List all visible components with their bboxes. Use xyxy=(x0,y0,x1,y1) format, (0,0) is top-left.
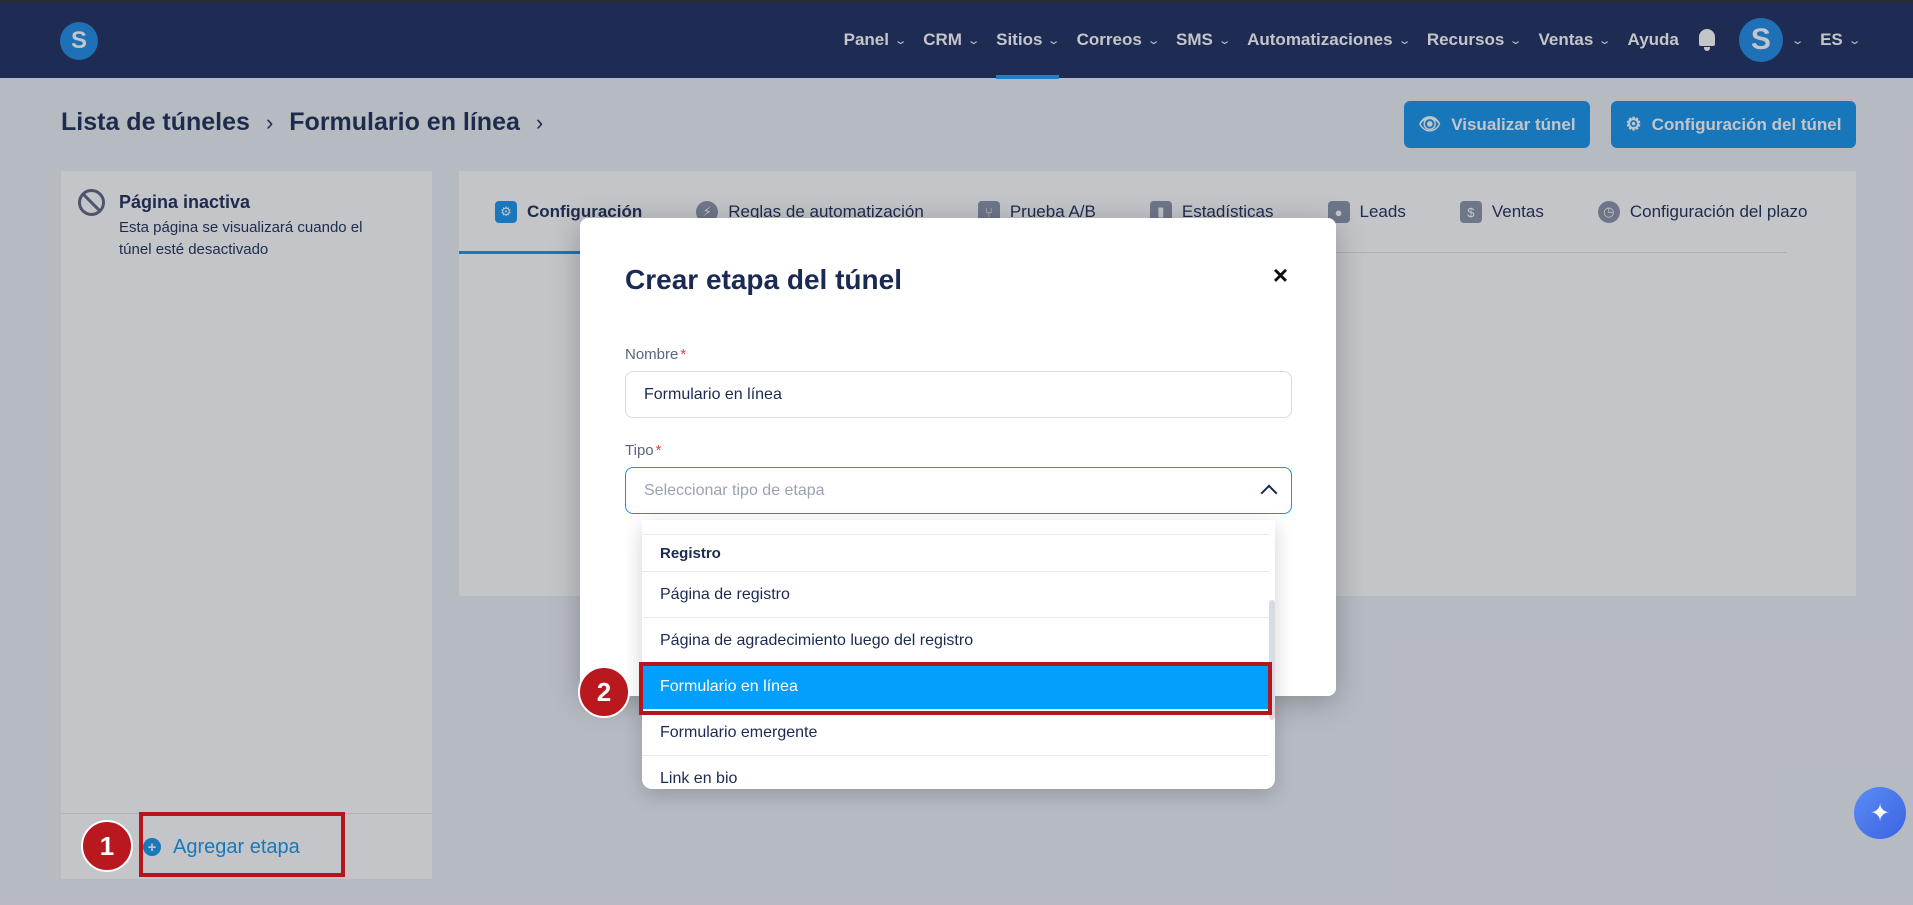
highlight-inline-form-option xyxy=(639,662,1272,715)
required-mark: * xyxy=(680,346,687,363)
label-text: Tipo xyxy=(625,442,654,459)
step-badge-2: 2 xyxy=(578,666,630,718)
required-mark: * xyxy=(655,442,662,459)
label-text: Nombre xyxy=(625,346,679,363)
sparkle-icon[interactable]: ✦ xyxy=(1854,787,1906,839)
type-dropdown-list[interactable]: Registro Página de registro Página de ag… xyxy=(642,520,1275,789)
option-link-in-bio[interactable]: Link en bio xyxy=(642,756,1269,789)
option-group-registro: Registro xyxy=(642,535,1269,572)
name-field-label: Nombre * xyxy=(625,346,686,363)
highlight-add-stage xyxy=(139,812,345,877)
chevron-up-icon[interactable] xyxy=(1260,484,1278,502)
close-icon[interactable]: × xyxy=(1273,260,1288,291)
list-item-partial xyxy=(642,520,1269,535)
option-registration-thankyou-page[interactable]: Página de agradecimiento luego del regis… xyxy=(642,618,1269,664)
type-field-label: Tipo * xyxy=(625,442,661,459)
name-input[interactable]: Formulario en línea xyxy=(625,371,1292,418)
modal-title: Crear etapa del túnel xyxy=(625,264,902,295)
select-placeholder: Seleccionar tipo de etapa xyxy=(644,481,825,499)
step-badge-1: 1 xyxy=(81,820,133,872)
type-select[interactable]: Seleccionar tipo de etapa xyxy=(625,467,1292,514)
option-registration-page[interactable]: Página de registro xyxy=(642,572,1269,618)
option-popup-form[interactable]: Formulario emergente xyxy=(642,710,1269,756)
